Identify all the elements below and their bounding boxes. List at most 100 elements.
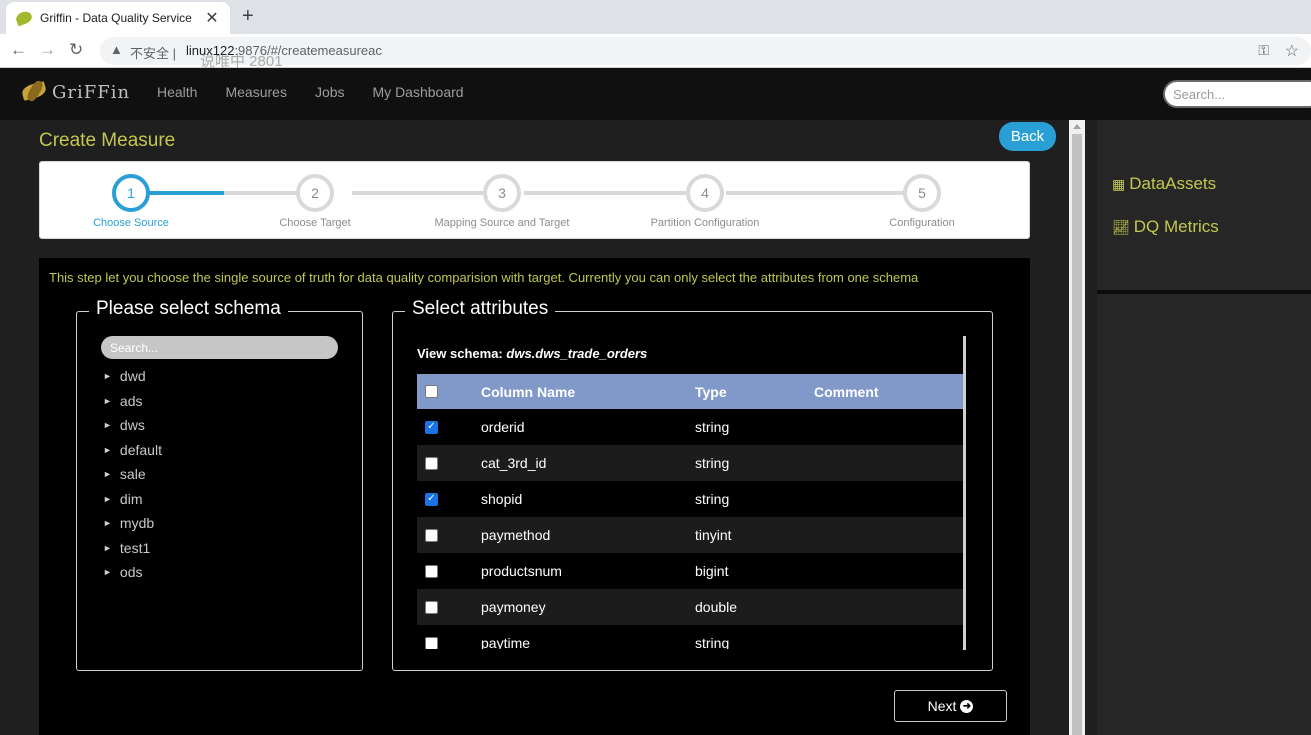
row-checkbox[interactable] xyxy=(425,600,438,614)
attributes-scrollbar[interactable] xyxy=(963,336,966,650)
browser-tab[interactable]: Griffin - Data Quality Service ✕ xyxy=(6,2,230,34)
cell-type: string xyxy=(695,635,730,649)
schema-search-input[interactable]: Search... xyxy=(101,336,338,359)
row-checkbox[interactable] xyxy=(425,636,438,649)
tree-item[interactable]: ► dwd xyxy=(103,364,162,389)
tree-item[interactable]: ► mydb xyxy=(103,511,162,536)
cell-name: paymoney xyxy=(481,599,546,615)
row-checkbox[interactable]: ✓ xyxy=(425,420,438,434)
tree-item[interactable]: ► dws xyxy=(103,413,162,438)
back-arrow-icon[interactable]: ← xyxy=(10,40,27,60)
caret-right-icon: ► xyxy=(103,420,112,431)
step-2-circle[interactable]: 2 xyxy=(296,174,334,212)
tree-item[interactable]: ► dim xyxy=(103,487,162,512)
star-icon[interactable]: ☆ xyxy=(1285,41,1299,61)
table-icon: ▦ xyxy=(1112,175,1126,192)
main-panel: This step let you choose the single sour… xyxy=(39,258,1030,735)
next-button[interactable]: Next ➜ xyxy=(894,690,1007,722)
table-row[interactable]: ✓ orderid string xyxy=(417,409,963,445)
column-header-type[interactable]: Type xyxy=(695,384,814,400)
step-1-circle[interactable]: 1 xyxy=(112,174,150,212)
tree-item[interactable]: ► ods xyxy=(103,560,162,585)
browser-tabstrip: Griffin - Data Quality Service ✕ + xyxy=(0,0,1311,34)
tree-item[interactable]: ► sale xyxy=(103,462,162,487)
tree-item[interactable]: ► test1 xyxy=(103,536,162,561)
scroll-up-icon[interactable] xyxy=(1073,124,1081,129)
warning-icon: ▲ xyxy=(110,42,123,57)
cell-name: paymethod xyxy=(481,527,551,543)
step-2-label: Choose Target xyxy=(279,217,351,229)
sidebar-link-label: DataAssets xyxy=(1129,174,1217,193)
view-schema-label: View schema: dws.dws_trade_orders xyxy=(417,346,648,361)
table-row[interactable]: cat_3rd_id string xyxy=(417,445,963,481)
schema-fieldset: Please select schema Search... ► dwd ► ads… xyxy=(76,298,363,671)
scrollbar-thumb[interactable] xyxy=(1072,134,1082,735)
table-row[interactable]: ✓ shopid string xyxy=(417,481,963,517)
main-nav: Health Measures Jobs My Dashboard xyxy=(157,84,492,100)
nav-jobs[interactable]: Jobs xyxy=(315,84,345,100)
insecure-label: 不安全 | xyxy=(130,46,177,61)
sidebar-link-label: DQ Metrics xyxy=(1133,217,1219,236)
attributes-table: Column Name Type Comment ✓ orderid strin… xyxy=(417,374,963,649)
sidebar-link-dq-metrics[interactable]: 📈︎ DQ Metrics xyxy=(1112,217,1219,237)
attributes-fieldset: Select attributes View schema: dws.dws_t… xyxy=(392,298,993,671)
select-all-checkbox[interactable] xyxy=(425,385,438,398)
wizard-steps: 1 2 3 4 5 Choose Source Choose Target Ma… xyxy=(39,161,1030,239)
nav-my-dashboard[interactable]: My Dashboard xyxy=(373,84,464,100)
step-progress-line xyxy=(146,191,224,195)
reload-icon[interactable]: ↻ xyxy=(69,40,83,60)
step-3-circle[interactable]: 3 xyxy=(483,174,521,212)
cell-type: string xyxy=(695,419,730,435)
browser-toolbar: ← → ↻ ▲ 不安全 | linux122:9876/#/createmeas… xyxy=(0,34,1311,68)
page-title: Create Measure xyxy=(39,130,176,151)
nav-measures[interactable]: Measures xyxy=(225,84,286,100)
close-tab-icon[interactable]: ✕ xyxy=(204,8,220,28)
row-checkbox[interactable]: ✓ xyxy=(425,492,438,506)
next-button-label: Next xyxy=(927,698,957,714)
cell-type: string xyxy=(695,455,730,471)
cell-type: string xyxy=(695,491,730,507)
back-button[interactable]: Back xyxy=(999,122,1056,151)
right-sidebar: ▦ DataAssets 📈︎ DQ Metrics xyxy=(1097,120,1311,735)
step-4-circle[interactable]: 4 xyxy=(686,174,724,212)
sidebar-divider xyxy=(1097,290,1311,294)
griffin-logo-icon xyxy=(20,80,50,104)
page-scrollbar[interactable] xyxy=(1069,120,1085,735)
cell-name: productsnum xyxy=(481,563,562,579)
brand-name: GriFFin xyxy=(52,81,131,103)
caret-right-icon: ► xyxy=(103,493,112,504)
cell-name: paytime xyxy=(481,635,531,649)
row-checkbox[interactable] xyxy=(425,528,438,542)
attributes-legend: Select attributes xyxy=(405,298,556,320)
new-tab-icon[interactable]: + xyxy=(242,5,254,28)
caret-right-icon: ► xyxy=(103,542,112,553)
cell-name: orderid xyxy=(481,419,525,435)
caret-right-icon: ► xyxy=(103,444,112,455)
sidebar-link-dataassets[interactable]: ▦ DataAssets xyxy=(1112,174,1216,194)
cell-name: cat_3rd_id xyxy=(481,455,547,471)
view-schema-value: dws.dws_trade_orders xyxy=(506,346,648,361)
caret-right-icon: ► xyxy=(103,469,112,480)
app-navbar: GriFFin Health Measures Jobs My Dashboar… xyxy=(0,68,1311,120)
key-icon[interactable]: ⚿ xyxy=(1258,42,1269,59)
tab-title: Griffin - Data Quality Service xyxy=(40,11,192,25)
tree-item[interactable]: ► ads xyxy=(103,389,162,414)
global-search-input[interactable]: Search... xyxy=(1163,80,1311,108)
column-header-name[interactable]: Column Name xyxy=(481,384,695,400)
nav-health[interactable]: Health xyxy=(157,84,197,100)
step-5-circle[interactable]: 5 xyxy=(903,174,941,212)
table-row[interactable]: paymethod tinyint xyxy=(417,517,963,553)
table-row[interactable]: paytime string xyxy=(417,625,963,649)
forward-arrow-icon[interactable]: → xyxy=(39,40,56,60)
table-row[interactable]: productsnum bigint xyxy=(417,553,963,589)
step-3-label: Mapping Source and Target xyxy=(434,217,570,229)
caret-right-icon: ► xyxy=(103,518,112,529)
tree-item[interactable]: ► default xyxy=(103,438,162,463)
leaf-favicon-icon xyxy=(14,9,34,27)
row-checkbox[interactable] xyxy=(425,564,438,578)
arrow-circle-right-icon: ➜ xyxy=(960,699,974,713)
row-checkbox[interactable] xyxy=(425,456,438,470)
column-header-comment[interactable]: Comment xyxy=(814,384,963,400)
brand-logo[interactable]: GriFFin xyxy=(20,80,130,104)
table-row[interactable]: paymoney double xyxy=(417,589,963,625)
